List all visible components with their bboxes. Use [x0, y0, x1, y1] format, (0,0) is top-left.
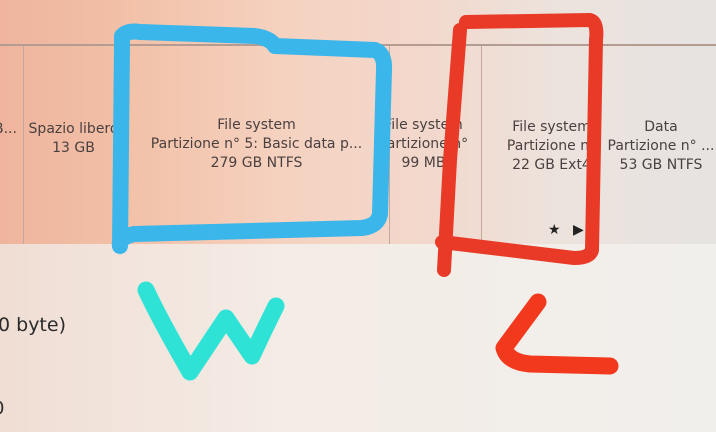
disk-utility-screen: B... Spazio libero 13 GB File system Par… [0, 0, 716, 432]
red-annotation-box [435, 13, 604, 277]
cyan-w-letter [137, 281, 285, 381]
red-l-letter [495, 293, 619, 375]
blue-annotation-box [111, 23, 393, 254]
annotation-layer [111, 13, 619, 381]
